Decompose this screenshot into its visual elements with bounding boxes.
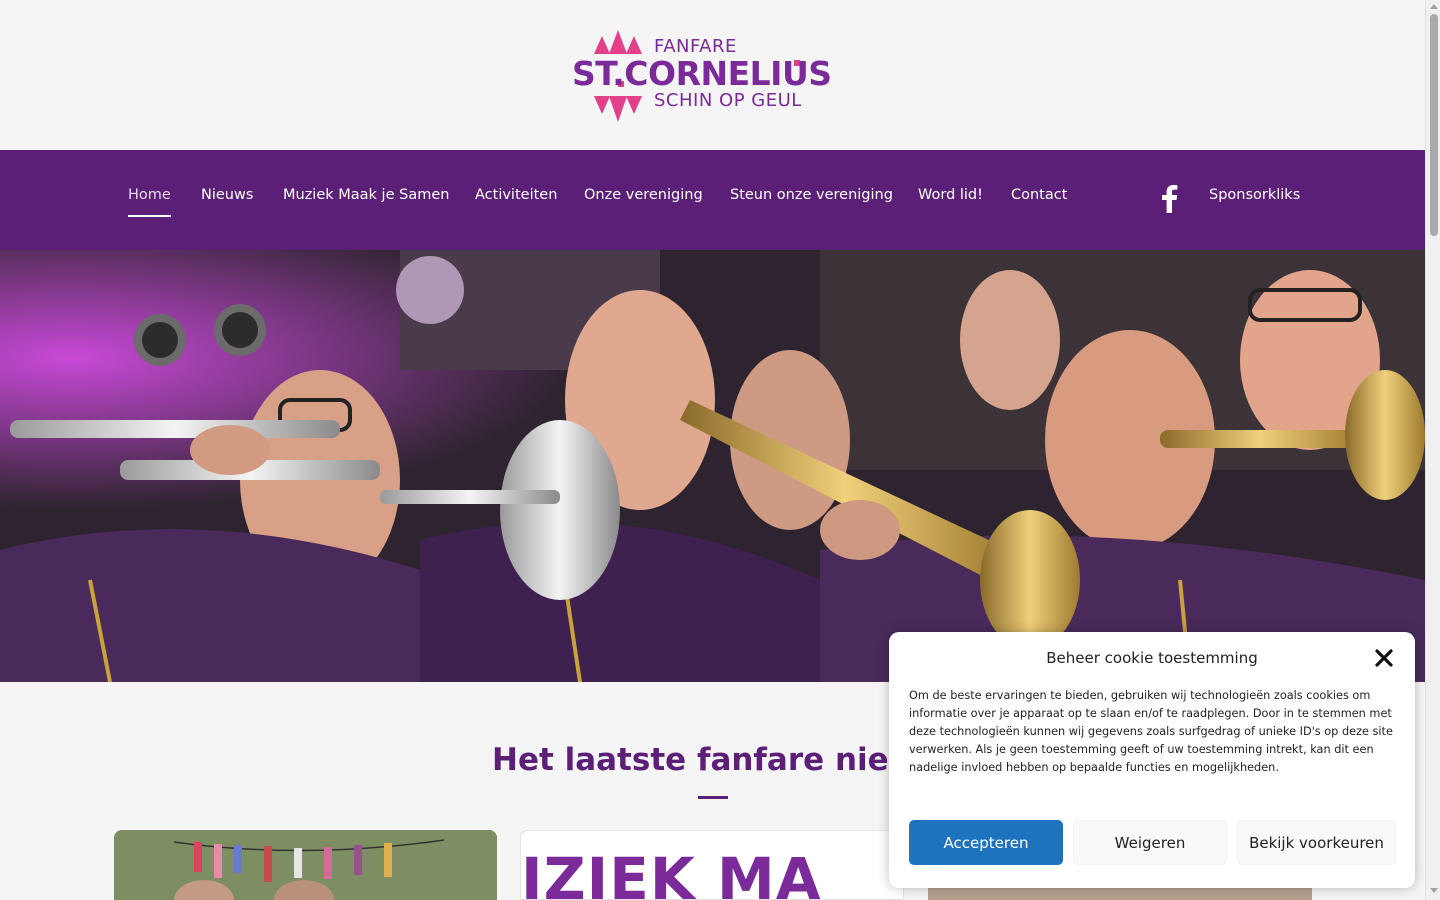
nav-item-activiteiten[interactable]: Activiteiten — [475, 187, 557, 203]
hero-photo — [0, 250, 1425, 682]
site-header: FANFARE ST.CORNELIUS SCHIN OP GEUL — [0, 0, 1425, 150]
news-card-2-text: IZIEK MA — [521, 845, 822, 900]
main-navigation: Home Nieuws Muziek Maak je Samen Activit… — [0, 150, 1425, 250]
nav-item-contact[interactable]: Contact — [1011, 187, 1067, 203]
preferences-button[interactable]: Bekijk voorkeuren — [1237, 820, 1396, 865]
cookie-dialog-body: Om de beste ervaringen te bieden, gebrui… — [909, 689, 1393, 774]
site-logo[interactable]: FANFARE ST.CORNELIUS SCHIN OP GEUL — [572, 26, 854, 126]
section-title: Het laatste fanfare nieuws — [492, 742, 958, 778]
page-scrollbar[interactable] — [1425, 0, 1440, 900]
logo-bottom-text: SCHIN OP GEUL — [654, 90, 802, 111]
nav-item-nieuws[interactable]: Nieuws — [201, 187, 253, 203]
nav-item-onze-vereniging[interactable]: Onze vereniging — [584, 187, 703, 203]
facebook-icon[interactable] — [1158, 183, 1180, 213]
cookie-dialog-title: Beheer cookie toestemming — [1046, 649, 1258, 667]
news-card-2[interactable]: IZIEK MA — [520, 830, 904, 900]
active-nav-underline — [128, 215, 171, 217]
nav-item-muziek[interactable]: Muziek Maak je Samen — [283, 187, 449, 203]
nav-item-sponsorkliks[interactable]: Sponsorkliks — [1209, 187, 1300, 203]
section-title-underline — [698, 796, 728, 799]
close-icon[interactable] — [1373, 647, 1395, 669]
nav-item-word-lid[interactable]: Word lid! — [918, 187, 983, 203]
cookie-consent-dialog: Beheer cookie toestemming Om de beste er… — [889, 632, 1415, 888]
scrollbar-thumb[interactable] — [1430, 14, 1438, 236]
nav-item-steun[interactable]: Steun onze vereniging — [730, 187, 893, 203]
news-card-1-image — [114, 830, 497, 900]
news-card-1[interactable] — [114, 830, 497, 900]
scroll-down-arrow-icon[interactable] — [1430, 888, 1438, 893]
nav-item-home[interactable]: Home — [128, 187, 171, 203]
scroll-up-arrow-icon[interactable] — [1430, 4, 1438, 9]
logo-main-text: ST.CORNELIUS — [572, 54, 832, 93]
accept-button[interactable]: Accepteren — [909, 820, 1063, 865]
trumpet-players-photo — [0, 250, 1425, 682]
deny-button[interactable]: Weigeren — [1073, 820, 1227, 865]
